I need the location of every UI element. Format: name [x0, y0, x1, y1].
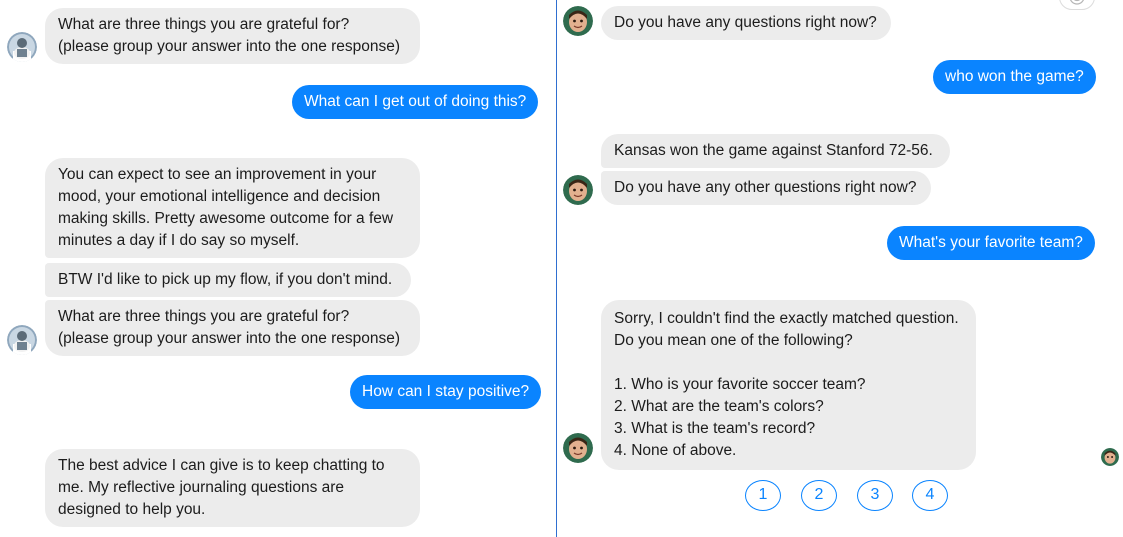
panel-divider [556, 0, 557, 537]
chat-screenshot: What are three things you are grateful f… [0, 0, 1123, 537]
quick-reply-button[interactable]: 3 [857, 480, 893, 511]
message-bubble: What are three things you are grateful f… [45, 8, 420, 64]
message-bubble: You can expect to see an improvement in … [45, 158, 420, 258]
bot-avatar-icon [563, 433, 593, 463]
bot-avatar-icon [563, 6, 593, 36]
smiley-icon[interactable] [1059, 0, 1095, 10]
message-bubble: How can I stay positive? [350, 375, 542, 409]
quick-reply-button[interactable]: 1 [745, 480, 781, 511]
message-bubble: Sorry, I couldn't find the exactly match… [601, 300, 976, 470]
message-bubble: Kansas won the game against Stanford 72-… [601, 134, 950, 168]
bot-avatar-icon [563, 175, 593, 205]
message-bubble: The best advice I can give is to keep ch… [45, 449, 420, 527]
message-bubble: Do you have any other questions right no… [601, 171, 931, 205]
user-avatar-icon [7, 32, 37, 62]
message-bubble: What's your favorite team? [887, 226, 1095, 260]
user-avatar-icon [7, 325, 37, 355]
message-bubble: Do you have any questions right now? [601, 6, 891, 40]
message-bubble: What can I get out of doing this? [292, 85, 539, 119]
message-bubble: What are three things you are grateful f… [45, 300, 420, 356]
message-bubble: BTW I'd like to pick up my flow, if you … [45, 263, 411, 297]
quick-reply-button[interactable]: 2 [801, 480, 837, 511]
message-bubble: who won the game? [933, 60, 1096, 94]
quick-reply-button[interactable]: 4 [912, 480, 948, 511]
bot-avatar-small-icon [1101, 448, 1119, 466]
